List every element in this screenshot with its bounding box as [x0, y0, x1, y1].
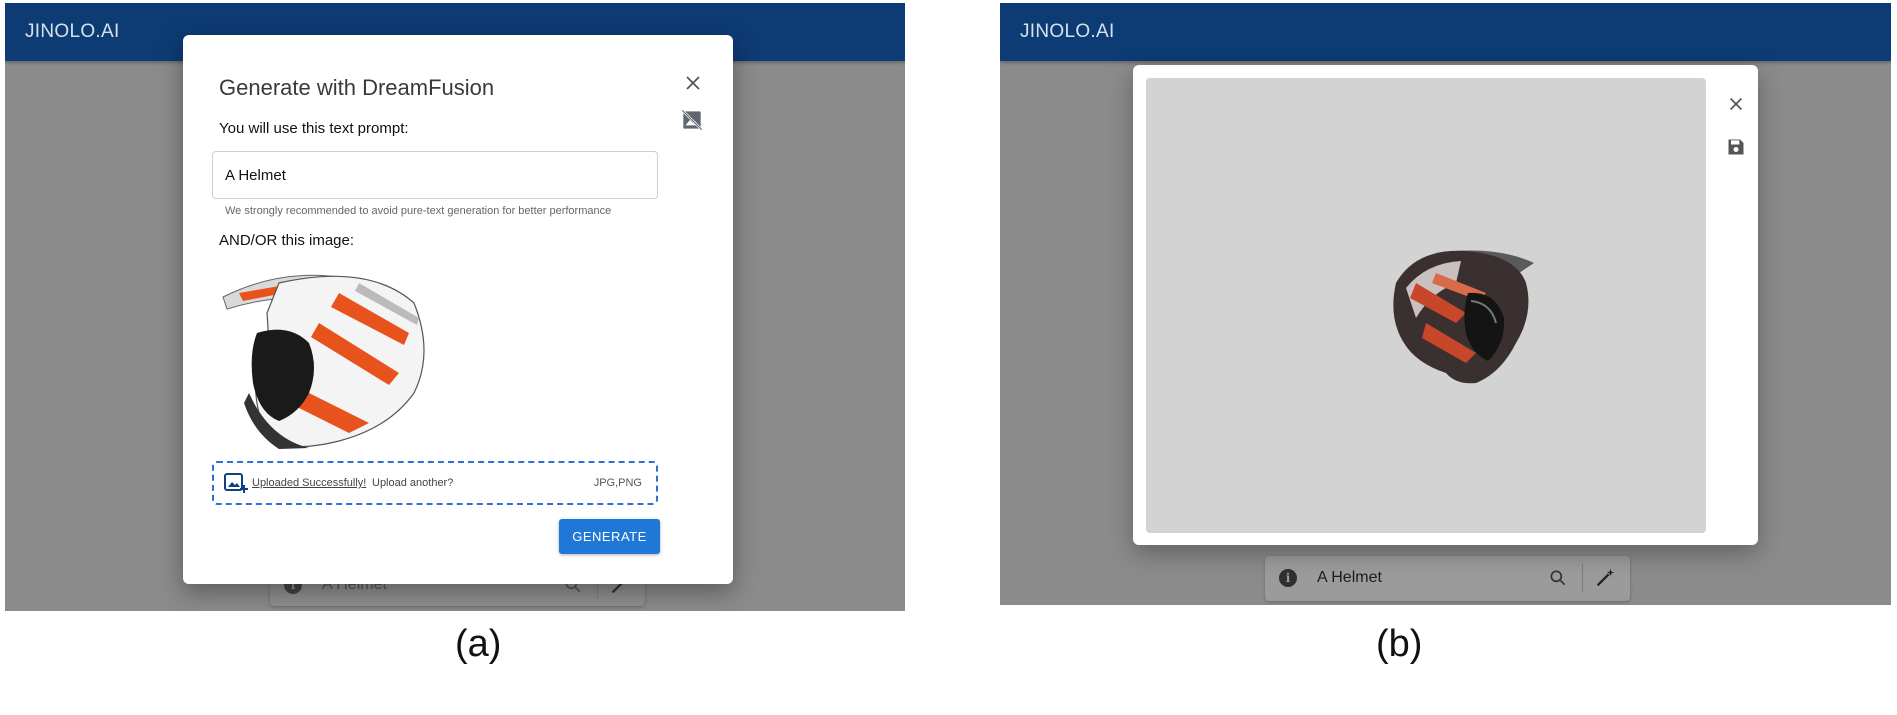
prompt-search-bar: i A Helmet [1265, 556, 1630, 601]
upload-success-link[interactable]: Uploaded Successfully! [252, 477, 366, 489]
prompt-helper-text: We strongly recommended to avoid pure-te… [225, 205, 612, 217]
close-icon[interactable] [1725, 93, 1747, 115]
dialog-title: Generate with DreamFusion [219, 75, 495, 100]
add-photo-icon [224, 473, 248, 493]
screenshot-panel-b: JINOLO.AI i A Helmet [1000, 3, 1891, 605]
upload-another-text: Upload another? [372, 477, 454, 489]
close-icon[interactable] [681, 71, 705, 95]
caption-b: (b) [1376, 623, 1423, 665]
image-label: AND/OR this image: [219, 232, 355, 249]
upload-formats: JPG,PNG [593, 477, 642, 489]
brand-logo[interactable]: JINOLO.AI [25, 21, 120, 43]
search-icon[interactable] [1548, 568, 1568, 588]
prompt-input[interactable] [212, 151, 658, 199]
3d-model-viewer[interactable] [1146, 78, 1706, 533]
result-viewer-dialog [1133, 65, 1758, 545]
app-bar: JINOLO.AI [1000, 3, 1891, 61]
image-upload-dropzone[interactable]: Uploaded Successfully! Upload another? J… [212, 461, 658, 505]
hide-image-icon[interactable] [679, 107, 705, 133]
generate-button[interactable]: GENERATE [559, 519, 660, 554]
brand-logo[interactable]: JINOLO.AI [1020, 21, 1115, 43]
info-icon[interactable]: i [1279, 569, 1297, 587]
generated-helmet-model[interactable] [1376, 243, 1546, 388]
caption-a: (a) [455, 623, 502, 665]
magic-wand-icon[interactable] [1594, 567, 1616, 589]
divider [1582, 564, 1583, 592]
generate-dialog: Generate with DreamFusion You will use t… [183, 35, 733, 584]
prompt-label: You will use this text prompt: [219, 120, 409, 137]
helmet-image [222, 274, 425, 449]
search-bar-text[interactable]: A Helmet [1317, 569, 1382, 587]
save-icon[interactable] [1726, 137, 1746, 157]
screenshot-panel-a: JINOLO.AI i A Helmet Generate with Dream… [5, 3, 905, 611]
